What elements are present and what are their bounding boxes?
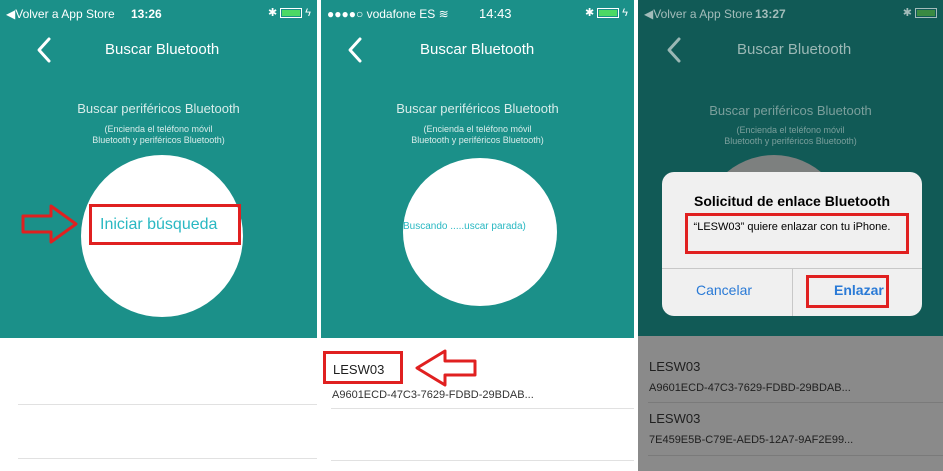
list-divider: [331, 408, 634, 409]
list-divider: [18, 404, 317, 405]
charging-icon: ϟ: [305, 6, 311, 19]
bluetooth-icon: ✱: [584, 7, 595, 19]
status-icons: ✱ ϟ: [267, 6, 311, 20]
nav-title: Buscar Bluetooth: [420, 41, 535, 58]
list-divider: [18, 458, 317, 459]
nav-title: Buscar Bluetooth: [737, 41, 852, 58]
bluetooth-icon: ✱: [267, 7, 278, 19]
screen-searching: ●●●●○ vodafone ES ≋ 14:43 ✱ ϟ Buscar Blu…: [321, 0, 634, 471]
screen-start-search: ◀Volver a App Store 13:26 ✱ ϟ Buscar Blu…: [0, 0, 317, 471]
battery-icon: [915, 7, 937, 18]
device-list: [638, 336, 943, 471]
status-bar: ◀Volver a App Store 13:27 ✱: [638, 0, 943, 30]
highlight-box: [685, 213, 909, 254]
cancel-button[interactable]: Cancelar: [696, 282, 752, 298]
carrier-signal: ●●●●○ vodafone ES ≋: [327, 7, 449, 21]
search-instructions: (Encienda el teléfono móvil Bluetooth y …: [0, 124, 317, 146]
instruction-line-2: Bluetooth y periféricos Bluetooth): [92, 135, 225, 145]
list-divider: [331, 460, 634, 461]
search-heading: Buscar periféricos Bluetooth: [709, 103, 872, 118]
instruction-line-2: Bluetooth y periféricos Bluetooth): [411, 135, 544, 145]
status-bar: ●●●●○ vodafone ES ≋ 14:43 ✱ ϟ: [321, 0, 634, 30]
device-uuid: A9601ECD-47C3-7629-FDBD-29BDAB...: [332, 389, 534, 401]
list-divider: [648, 402, 943, 403]
status-bar: ◀Volver a App Store 13:26 ✱ ϟ: [0, 0, 317, 30]
back-chevron-icon[interactable]: [345, 36, 365, 64]
search-heading: Buscar periféricos Bluetooth: [77, 101, 240, 116]
charging-icon: ϟ: [622, 6, 628, 19]
search-heading: Buscar periféricos Bluetooth: [396, 101, 559, 116]
device-uuid: A9601ECD-47C3-7629-FDBD-29BDAB...: [649, 382, 851, 394]
instruction-line-1: (Encienda el teléfono móvil: [104, 124, 213, 134]
status-time: 13:26: [131, 7, 162, 21]
back-chevron-icon[interactable]: [34, 36, 54, 64]
highlight-box: [323, 351, 403, 384]
status-time: 14:43: [479, 6, 512, 21]
highlight-box: [806, 275, 889, 308]
pointer-arrow-icon: [21, 204, 78, 244]
back-to-app-store-link[interactable]: ◀Volver a App Store: [644, 7, 753, 21]
status-icons: ✱: [903, 6, 937, 19]
alert-button-divider: [792, 269, 793, 316]
instruction-line-1: (Encienda el teléfono móvil: [423, 124, 532, 134]
instruction-line-2: Bluetooth y periféricos Bluetooth): [724, 136, 857, 146]
status-time: 13:27: [755, 7, 786, 21]
status-icons: ✱ ϟ: [584, 6, 628, 20]
highlight-box: [89, 204, 241, 245]
back-to-app-store-link[interactable]: ◀Volver a App Store: [6, 7, 115, 21]
screen-pairing-request: ◀Volver a App Store 13:27 ✱ Buscar Bluet…: [638, 0, 943, 471]
search-instructions: (Encienda el teléfono móvil Bluetooth y …: [638, 125, 943, 147]
search-instructions: (Encienda el teléfono móvil Bluetooth y …: [321, 124, 634, 146]
alert-title: Solicitud de enlace Bluetooth: [693, 193, 891, 209]
battery-icon: [597, 7, 620, 18]
back-chevron-icon[interactable]: [664, 36, 684, 64]
bluetooth-icon: ✱: [902, 7, 912, 19]
searching-label[interactable]: Buscando .....uscar parada): [403, 221, 526, 232]
battery-icon: [280, 7, 303, 18]
device-name[interactable]: LESW03: [649, 411, 700, 426]
stop-search-button[interactable]: [403, 158, 557, 306]
device-name[interactable]: LESW03: [649, 359, 700, 374]
device-uuid: 7E459E5B-C79E-AED5-12A7-9AF2E99...: [649, 434, 854, 446]
instruction-line-1: (Encienda el teléfono móvil: [736, 125, 845, 135]
pointer-arrow-icon: [415, 349, 477, 387]
nav-title: Buscar Bluetooth: [105, 41, 220, 58]
list-divider: [648, 455, 943, 456]
